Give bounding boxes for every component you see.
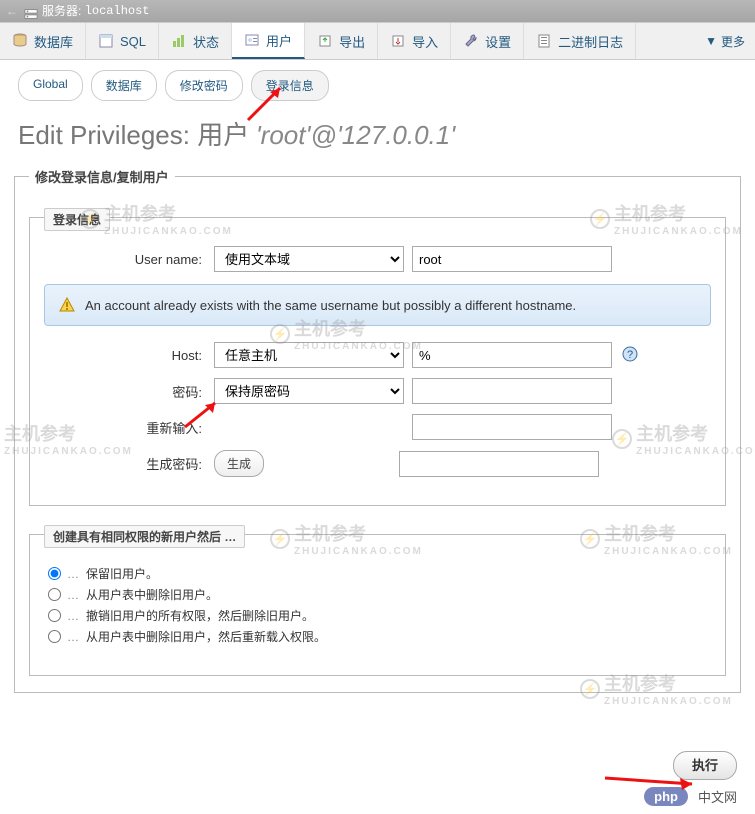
radio-reload[interactable] bbox=[48, 630, 61, 643]
status-icon bbox=[171, 33, 187, 49]
heading-host: '127.0.0.1' bbox=[337, 120, 455, 150]
host-help-icon[interactable]: ? bbox=[622, 346, 638, 365]
binlog-icon bbox=[536, 33, 552, 49]
create-legend: 创建具有相同权限的新用户然后 … bbox=[44, 525, 245, 548]
radio-label: 撤销旧用户的所有权限，然后删除旧用户。 bbox=[86, 607, 314, 624]
tab-label: 数据库 bbox=[34, 32, 73, 51]
radio-option-delete[interactable]: …从用户表中删除旧用户。 bbox=[48, 586, 707, 603]
genpw-output[interactable] bbox=[399, 451, 599, 477]
tab-label: 状态 bbox=[193, 32, 219, 51]
tab-label: 更多 bbox=[721, 33, 745, 50]
row-genpw: 生成密码: 生成 bbox=[44, 450, 711, 477]
password-type-select[interactable]: 保持原密码 bbox=[214, 378, 404, 404]
tab-export[interactable]: 导出 bbox=[305, 23, 378, 59]
tab-status[interactable]: 状态 bbox=[159, 23, 232, 59]
tab-settings[interactable]: 设置 bbox=[451, 23, 524, 59]
radio-option-revoke[interactable]: …撤销旧用户的所有权限，然后删除旧用户。 bbox=[48, 607, 707, 624]
radio-delete[interactable] bbox=[48, 588, 61, 601]
tab-sql[interactable]: SQL bbox=[86, 23, 159, 59]
tab-label: 导入 bbox=[412, 32, 438, 51]
tab-label: 导出 bbox=[339, 32, 365, 51]
username-type-select[interactable]: 使用文本域 bbox=[214, 246, 404, 272]
subtab-database[interactable]: 数据库 bbox=[91, 70, 157, 101]
heading-at: @ bbox=[310, 120, 336, 150]
radio-list: …保留旧用户。 …从用户表中删除旧用户。 …撤销旧用户的所有权限，然后删除旧用户… bbox=[44, 553, 711, 657]
tab-users[interactable]: 用户 bbox=[232, 23, 305, 59]
radio-label: 从用户表中删除旧用户。 bbox=[86, 586, 218, 603]
host-input[interactable] bbox=[412, 342, 612, 368]
cnw-text: 中文网 bbox=[698, 787, 737, 806]
username-input[interactable] bbox=[412, 246, 612, 272]
subtab-changepw[interactable]: 修改密码 bbox=[165, 70, 243, 101]
tab-more[interactable]: ▼ 更多 bbox=[695, 23, 755, 59]
host-label: Host: bbox=[44, 348, 214, 363]
radio-revoke[interactable] bbox=[48, 609, 61, 622]
warning-icon bbox=[59, 297, 75, 313]
radio-option-keep[interactable]: …保留旧用户。 bbox=[48, 565, 707, 582]
sub-tabs: Global 数据库 修改密码 登录信息 bbox=[0, 60, 755, 111]
footer-bar: php 中文网 bbox=[644, 787, 737, 806]
tab-label: 设置 bbox=[485, 32, 511, 51]
edit-login-panel: 修改登录信息/复制用户 登录信息 User name: 使用文本域 An acc… bbox=[14, 176, 741, 693]
radio-keep[interactable] bbox=[48, 567, 61, 580]
tab-label: SQL bbox=[120, 34, 146, 49]
server-icon bbox=[24, 5, 38, 17]
server-name: localhost bbox=[85, 0, 150, 22]
database-icon bbox=[12, 33, 28, 49]
more-triangle-icon: ▼ bbox=[705, 34, 717, 48]
users-icon bbox=[244, 32, 260, 48]
host-type-select[interactable]: 任意主机 bbox=[214, 342, 404, 368]
server-breadcrumb-bar: ← 服务器: localhost bbox=[0, 0, 755, 22]
generate-password-button[interactable]: 生成 bbox=[214, 450, 264, 477]
subtab-logininfo[interactable]: 登录信息 bbox=[251, 70, 329, 101]
tab-binlog[interactable]: 二进制日志 bbox=[524, 23, 636, 59]
retype-input[interactable] bbox=[412, 414, 612, 440]
heading-userlabel: 用户 bbox=[197, 120, 249, 150]
main-tabs: 数据库 SQL 状态 用户 导出 导入 设置 二进制日志 ▼ 更多 bbox=[0, 22, 755, 60]
radio-label: 从用户表中删除旧用户，然后重新载入权限。 bbox=[86, 628, 326, 645]
warning-text: An account already exists with the same … bbox=[85, 298, 576, 313]
heading-user: 'root' bbox=[256, 120, 311, 150]
password-input[interactable] bbox=[412, 378, 612, 404]
radio-label: 保留旧用户。 bbox=[86, 565, 158, 582]
sql-icon bbox=[98, 33, 114, 49]
export-icon bbox=[317, 33, 333, 49]
radio-option-reload[interactable]: …从用户表中删除旧用户，然后重新载入权限。 bbox=[48, 628, 707, 645]
import-icon bbox=[390, 33, 406, 49]
svg-text:?: ? bbox=[627, 349, 633, 361]
php-badge: php bbox=[644, 787, 688, 806]
duplicate-account-warning: An account already exists with the same … bbox=[44, 284, 711, 326]
tab-import[interactable]: 导入 bbox=[378, 23, 451, 59]
login-info-fieldset: 登录信息 User name: 使用文本域 An account already… bbox=[29, 217, 726, 506]
tab-database[interactable]: 数据库 bbox=[0, 23, 86, 59]
breadcrumb-arrow-icon: ← bbox=[6, 0, 18, 22]
row-retype: 重新输入: bbox=[44, 414, 711, 440]
subtab-global[interactable]: Global bbox=[18, 70, 83, 101]
row-username: User name: 使用文本域 bbox=[44, 246, 711, 272]
wrench-icon bbox=[463, 33, 479, 49]
password-label: 密码: bbox=[44, 382, 214, 401]
panel-legend: 修改登录信息/复制用户 bbox=[29, 167, 175, 186]
create-user-fieldset: 创建具有相同权限的新用户然后 … …保留旧用户。 …从用户表中删除旧用户。 …撤… bbox=[29, 534, 726, 676]
row-password: 密码: 保持原密码 bbox=[44, 378, 711, 404]
tab-label: 用户 bbox=[266, 31, 292, 50]
username-label: User name: bbox=[44, 252, 214, 267]
heading-prefix: Edit Privileges: bbox=[18, 120, 197, 150]
login-legend: 登录信息 bbox=[44, 208, 110, 231]
execute-button[interactable]: 执行 bbox=[673, 751, 737, 780]
tab-label: 二进制日志 bbox=[558, 32, 623, 51]
server-label: 服务器: bbox=[42, 0, 81, 22]
retype-label: 重新输入: bbox=[44, 418, 214, 437]
row-host: Host: 任意主机 ? bbox=[44, 342, 711, 368]
genpw-label: 生成密码: bbox=[44, 454, 214, 473]
